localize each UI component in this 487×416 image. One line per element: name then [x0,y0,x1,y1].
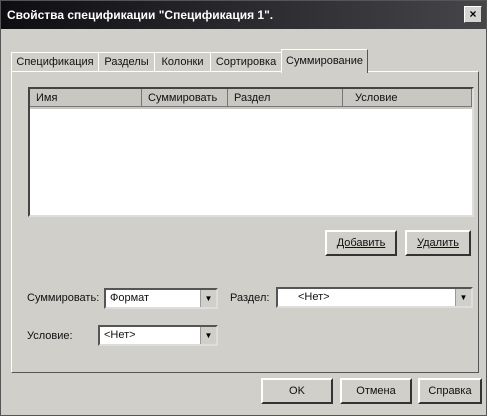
tab-sections[interactable]: Разделы [98,52,155,72]
title-bar: Свойства спецификации "Спецификация 1". … [1,1,486,29]
help-button[interactable]: Справка [418,378,482,404]
condition-label: Условие: [27,330,73,342]
section-label: Раздел: [230,292,270,304]
tab-columns[interactable]: Колонки [154,52,211,72]
add-button[interactable]: Добавить [325,230,397,256]
sum-label: Суммировать: [27,292,100,304]
close-button[interactable]: × [464,6,482,23]
list-header: Имя Суммировать Раздел Условие [30,89,472,109]
tab-summation[interactable]: Суммирование [281,49,368,73]
column-header-condition[interactable]: Условие [343,89,472,107]
ok-button[interactable]: OK [261,378,333,404]
sum-select-value: Формат [110,292,150,304]
column-header-section[interactable]: Раздел [228,89,343,107]
summation-list[interactable]: Имя Суммировать Раздел Условие [28,87,474,217]
dialog-title: Свойства спецификации "Спецификация 1". [7,8,274,22]
section-select[interactable]: <Нет> ▼ [276,287,473,308]
delete-button-label: Удалить [417,237,459,249]
condition-select-value: <Нет> [104,329,136,341]
spec-properties-dialog: Свойства спецификации "Спецификация 1". … [0,0,487,416]
chevron-down-icon[interactable]: ▼ [200,290,216,307]
section-select-value: <Нет> [298,291,330,303]
add-button-label: Добавить [336,237,386,249]
column-header-sum[interactable]: Суммировать [142,89,228,107]
tab-sorting[interactable]: Сортировка [210,52,282,72]
column-header-name[interactable]: Имя [30,89,142,107]
chevron-down-icon[interactable]: ▼ [455,289,471,306]
delete-button[interactable]: Удалить [405,230,471,256]
chevron-down-icon[interactable]: ▼ [200,327,216,344]
sum-select[interactable]: Формат ▼ [104,288,218,309]
tab-specification[interactable]: Спецификация [11,52,99,72]
condition-select[interactable]: <Нет> ▼ [98,325,218,346]
cancel-button[interactable]: Отмена [340,378,412,404]
